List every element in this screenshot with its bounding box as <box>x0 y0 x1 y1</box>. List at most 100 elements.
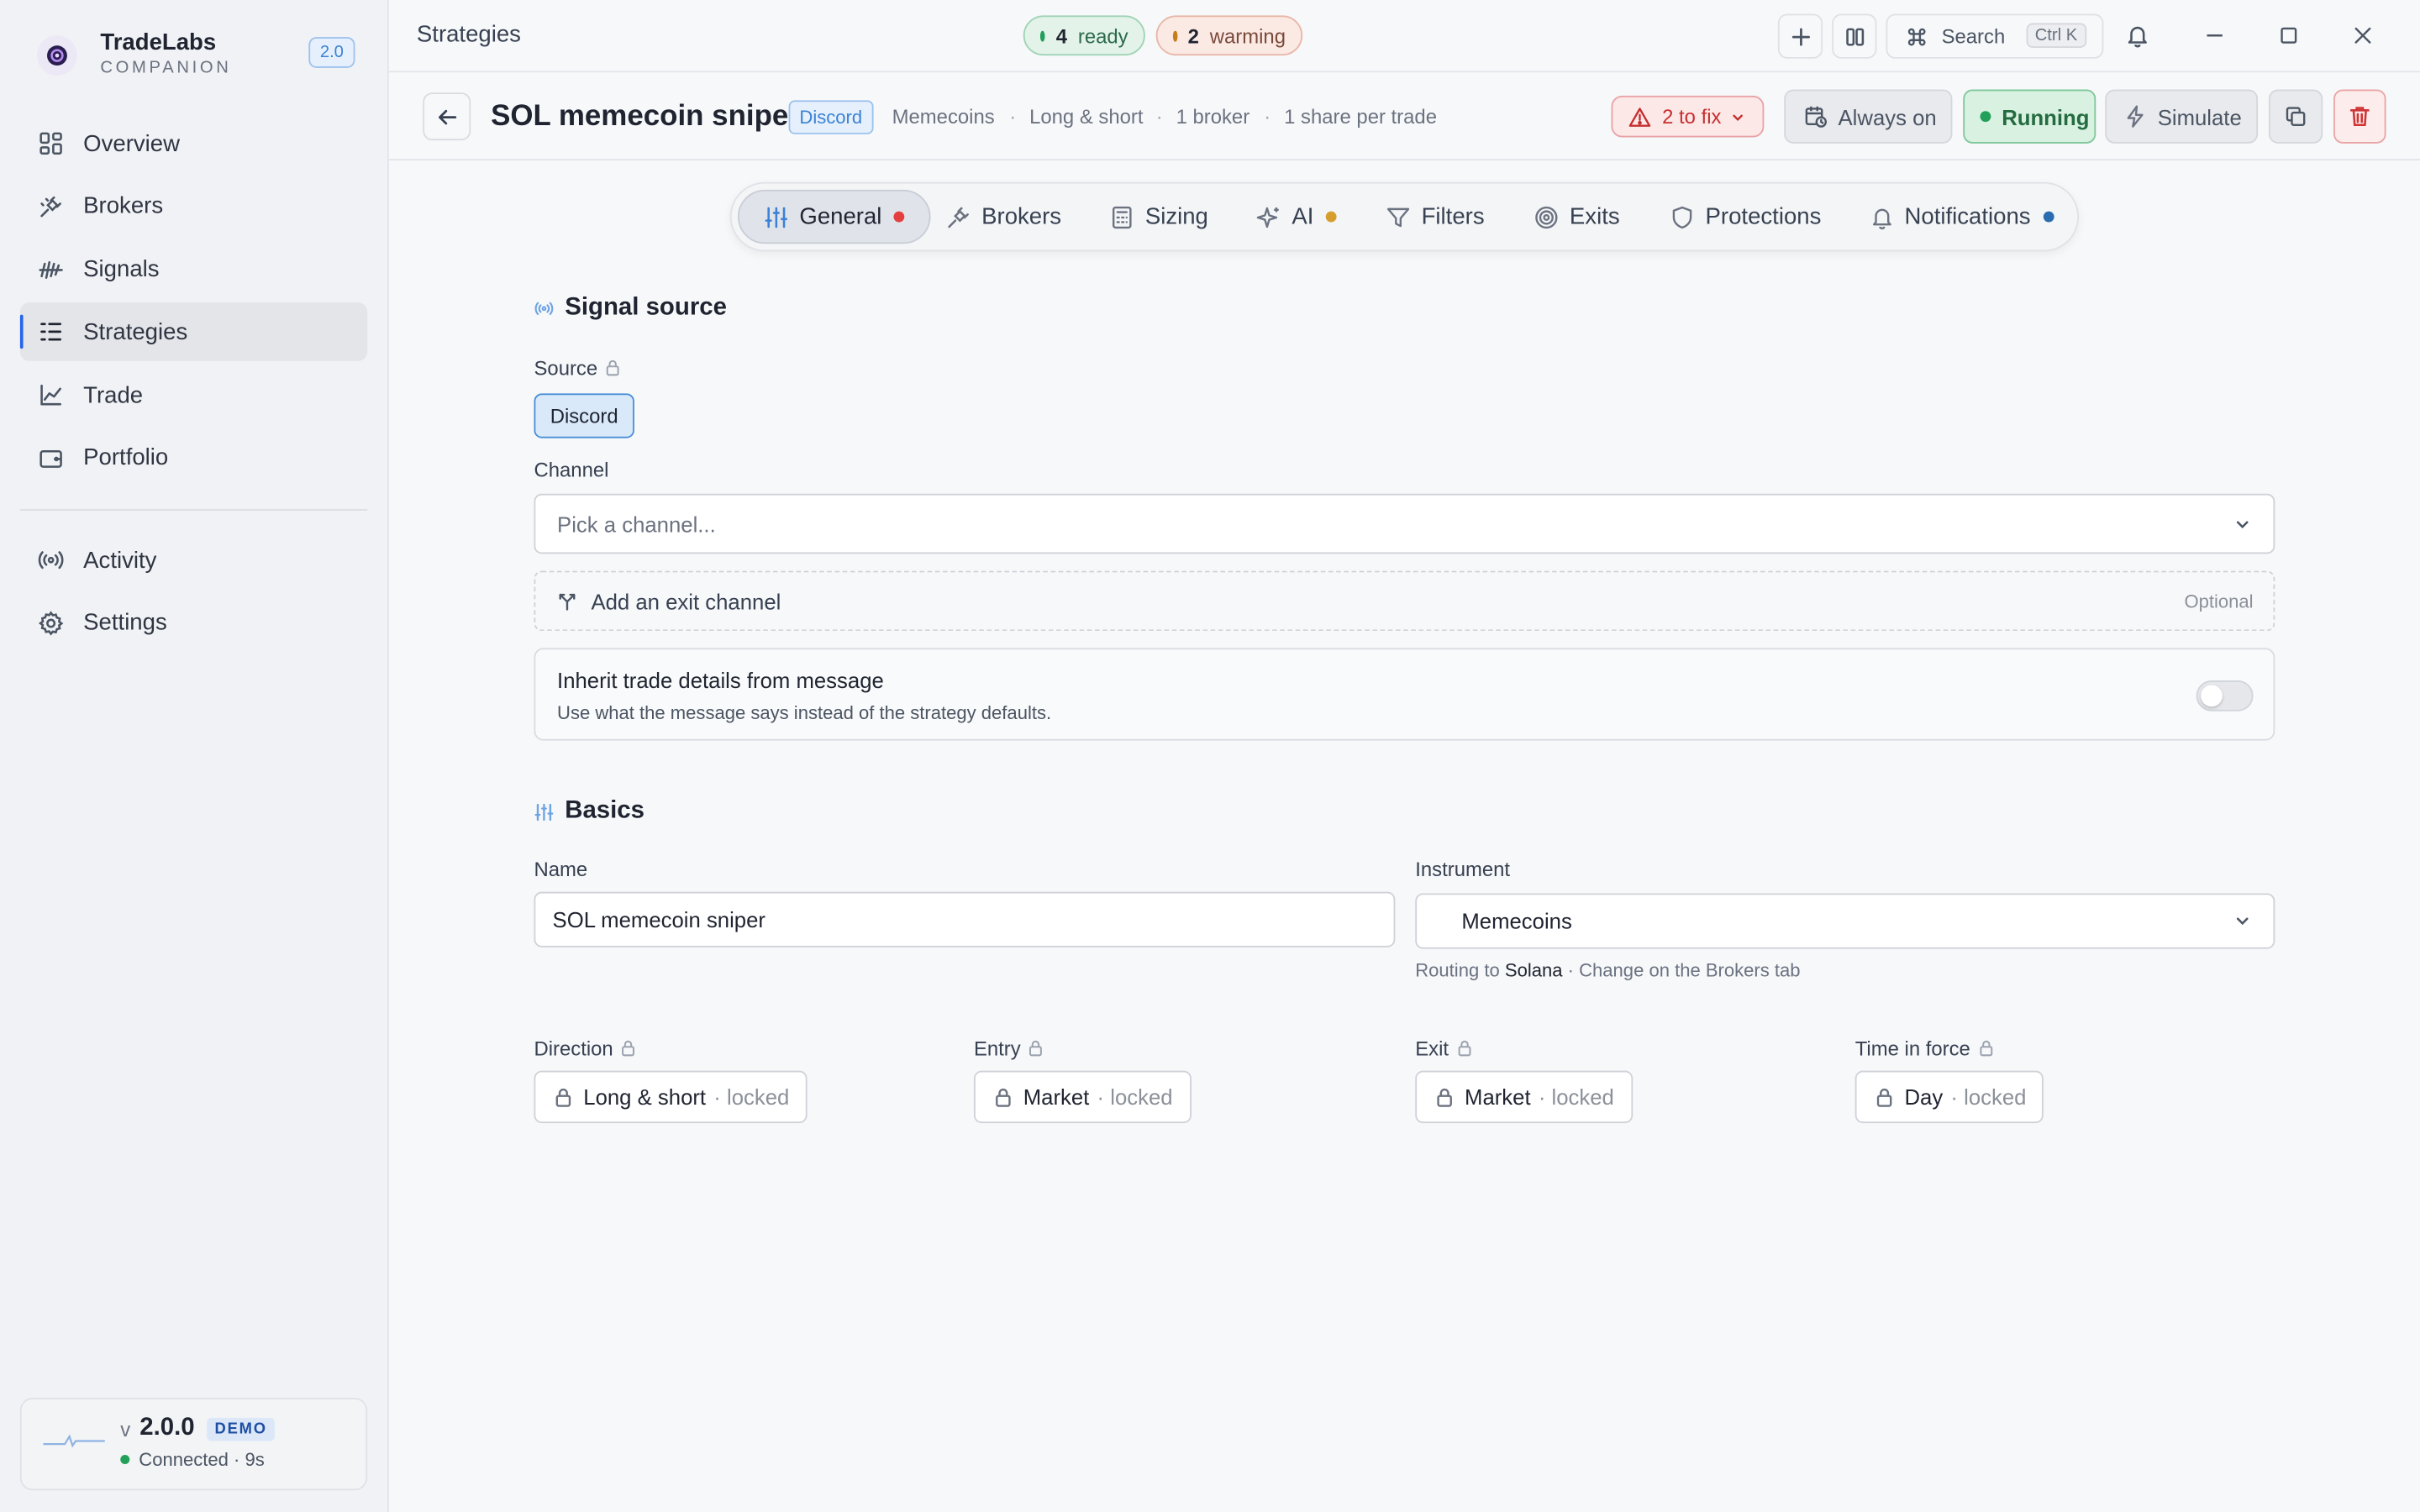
lock-icon <box>994 1087 1013 1107</box>
routing-prefix: Routing to <box>1415 959 1500 982</box>
search-button[interactable]: Search Ctrl K <box>1886 13 2104 59</box>
lock-icon <box>1876 1087 1894 1107</box>
add-exit-channel-button[interactable]: Add an exit channel Optional <box>534 570 2275 632</box>
sidebar-item-trade[interactable]: Trade <box>20 366 367 425</box>
entry-label: Entry <box>974 1037 1044 1060</box>
instrument-label: Instrument <box>1415 858 1510 881</box>
routing-target-link[interactable]: Solana <box>1505 959 1563 981</box>
tab-brokers[interactable]: Brokers <box>946 190 1061 244</box>
ready-label: ready <box>1077 24 1128 48</box>
schedule-label: Always on <box>1838 103 1937 129</box>
warming-label: warming <box>1209 24 1286 48</box>
app-subtitle: COMPANION <box>100 58 232 77</box>
duplicate-button[interactable] <box>2268 89 2323 144</box>
tab-notifications[interactable]: Notifications <box>1869 190 2054 244</box>
sidebar-item-settings[interactable]: Settings <box>20 594 367 653</box>
tab-protections[interactable]: Protections <box>1670 190 1821 244</box>
chevron-down-icon <box>2233 515 2252 533</box>
sidebar-item-signals[interactable]: Signals <box>20 240 367 299</box>
target-icon <box>1534 204 1559 228</box>
field-label: Instrument <box>1415 858 1511 881</box>
tab-filters[interactable]: Filters <box>1386 190 1485 244</box>
strategy-header: SOL memecoin sniper Discord Memecoins · … <box>388 72 2420 161</box>
copy-icon <box>2284 105 2307 129</box>
chevron-down-icon <box>1730 108 1745 123</box>
field-label: Channel <box>534 458 609 482</box>
warning-icon <box>1628 106 1652 128</box>
notifications-bell-icon[interactable] <box>2123 22 2151 50</box>
issues-to-fix-label: 2 to fix <box>1662 104 1722 129</box>
plug-icon <box>946 204 971 228</box>
split-arrow-icon <box>557 591 577 611</box>
simulate-button[interactable]: Simulate <box>2105 89 2259 144</box>
plus-icon <box>1790 25 1812 47</box>
ready-status-pill[interactable]: 4 ready <box>1023 15 1145 56</box>
close-icon[interactable] <box>2349 22 2376 50</box>
toggle-knob <box>2201 685 2223 707</box>
brand[interactable]: TradeLabs COMPANION <box>37 30 232 79</box>
lock-icon <box>621 1040 636 1057</box>
search-label: Search <box>1941 24 2006 48</box>
sidebar-item-portfolio[interactable]: Portfolio <box>20 429 367 488</box>
tab-general[interactable]: General <box>737 189 932 244</box>
ready-dot-icon <box>1039 29 1045 41</box>
schedule-button[interactable]: Always on <box>1784 89 1953 144</box>
tab-label: Exits <box>1569 203 1620 230</box>
source-discord-chip[interactable]: Discord <box>534 393 634 438</box>
name-input[interactable]: SOL memecoin sniper <box>534 891 1396 948</box>
channel-label: Channel <box>534 458 608 481</box>
wallet-icon <box>37 444 65 472</box>
sidebar-item-label: Brokers <box>83 193 164 220</box>
app-logo-icon <box>37 34 77 76</box>
back-button[interactable] <box>423 92 471 141</box>
name-label: Name <box>534 858 587 881</box>
time-in-force-locked-field: Day · locked <box>1854 1070 2044 1124</box>
meta-separator: · <box>1009 104 1017 129</box>
tab-exits[interactable]: Exits <box>1534 190 1620 244</box>
inherit-toggle[interactable] <box>2196 680 2254 711</box>
section-title: Signal source <box>565 294 727 322</box>
sidebar-item-strategies[interactable]: Strategies <box>19 302 368 362</box>
tab-sizing[interactable]: Sizing <box>1110 190 1208 244</box>
sidebar-item-brokers[interactable]: Brokers <box>20 177 367 236</box>
entry-locked-field: Market · locked <box>973 1070 1192 1124</box>
tab-label: Brokers <box>981 203 1062 230</box>
lock-icon <box>1435 1087 1454 1107</box>
field-label: Name <box>534 858 588 881</box>
instrument-select[interactable]: Memecoins <box>1415 893 2275 949</box>
running-toggle-button[interactable]: Running <box>1963 89 2096 144</box>
signal-source-heading: Signal source <box>534 294 727 323</box>
sidebar-item-activity[interactable]: Activity <box>20 531 367 590</box>
sidebar-item-overview[interactable]: Overview <box>20 114 367 173</box>
meta-sizing: 1 share per trade <box>1284 104 1437 129</box>
warming-status-pill[interactable]: 2 warming <box>1155 15 1303 56</box>
delete-button[interactable] <box>2333 89 2386 144</box>
lock-icon <box>1456 1040 1471 1057</box>
sidebar-item-label: Strategies <box>83 318 188 346</box>
lock-icon <box>1978 1040 1993 1057</box>
sidebar: TradeLabs COMPANION 2.0 Overview Brokers… <box>0 0 389 1512</box>
routing-hint: Routing to Solana · Change on the Broker… <box>1415 959 1800 981</box>
connection-status-card[interactable]: v 2.0.0 DEMO Connected · 9s <box>19 1398 368 1491</box>
locked-value: Market <box>1465 1084 1531 1110</box>
demo-badge: DEMO <box>207 1417 276 1441</box>
maximize-icon[interactable] <box>2275 22 2302 50</box>
lock-icon <box>554 1087 572 1107</box>
issues-to-fix-button[interactable]: 2 to fix <box>1611 95 1765 138</box>
field-label: Exit <box>1415 1037 1449 1060</box>
running-label: Running <box>2002 103 2090 129</box>
add-button[interactable] <box>1777 13 1823 59</box>
minimize-icon[interactable] <box>2201 22 2228 50</box>
version-badge: 2.0 <box>308 37 355 68</box>
ready-count: 4 <box>1055 24 1068 48</box>
sidebar-item-label: Activity <box>83 547 157 574</box>
inherit-title: Inherit trade details from message <box>557 668 884 693</box>
meta-instrument: Memecoins <box>892 104 995 129</box>
exit-label: Exit <box>1415 1037 1471 1060</box>
columns-button[interactable] <box>1832 13 1877 59</box>
tab-ai[interactable]: AI <box>1256 190 1337 244</box>
line-chart-icon <box>37 381 65 409</box>
locked-suffix: · locked <box>1538 1084 1614 1110</box>
channel-select[interactable]: Pick a channel... <box>534 493 2275 554</box>
tab-label: Notifications <box>1904 203 2031 230</box>
